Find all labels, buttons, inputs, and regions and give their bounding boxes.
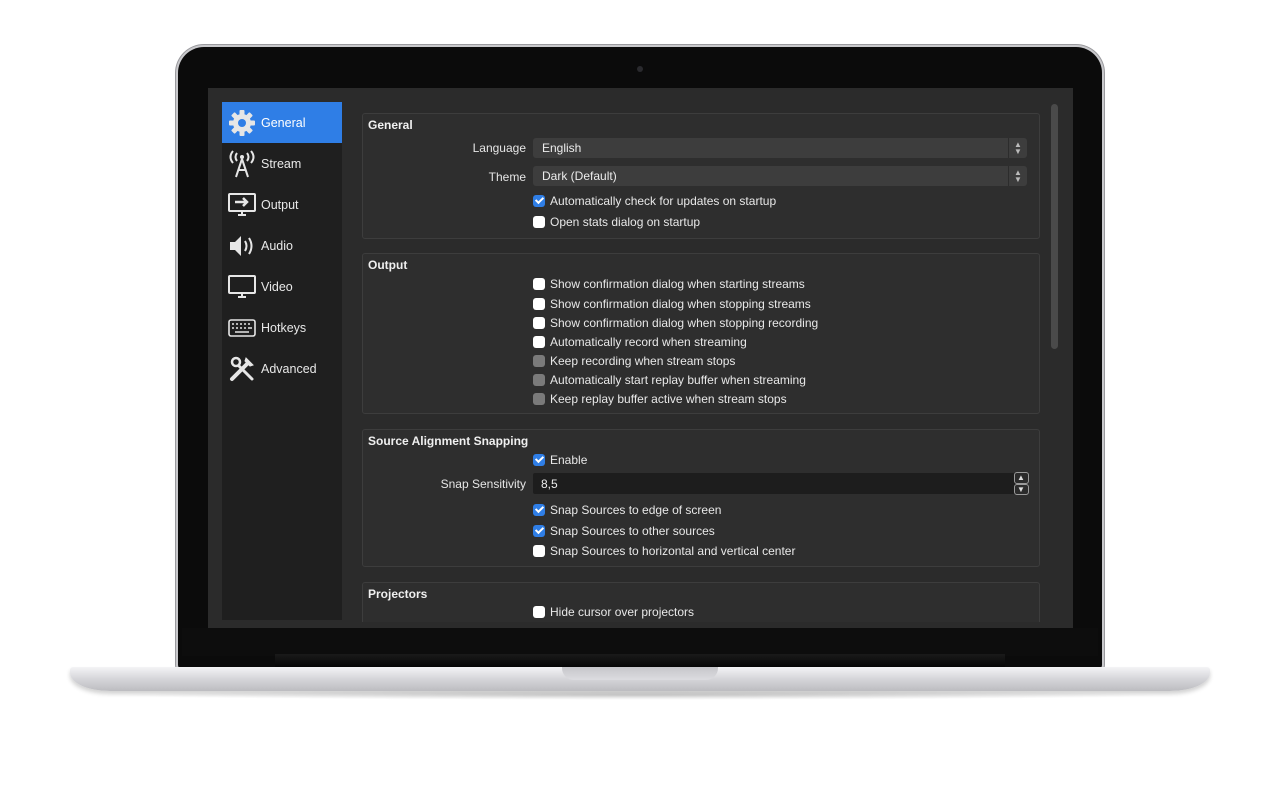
checkbox-label: Enable [550, 453, 588, 467]
sidebar-item-advanced[interactable]: Advanced [222, 348, 342, 389]
checkbox-label: Hide cursor over projectors [550, 605, 695, 619]
checkbox-label: Show confirmation dialog when stopping r… [550, 316, 819, 330]
snap-sensitivity-spinbox[interactable]: 8,5 ▲ ▼ [533, 472, 1029, 495]
laptop-opening-notch [562, 667, 718, 680]
sidebar-item-label: Hotkeys [261, 320, 307, 335]
confirm-stop-recording-checkbox[interactable]: Show confirmation dialog when stopping r… [533, 316, 818, 330]
checkbox-label: Snap Sources to other sources [550, 524, 715, 538]
sidebar-item-label: Advanced [261, 361, 317, 376]
language-label: Language [472, 141, 526, 155]
output-group: Output Show confirmation dialog when sta… [362, 253, 1040, 414]
laptop-hinge [275, 654, 1005, 668]
snap-sources-checkbox[interactable]: Snap Sources to other sources [533, 524, 715, 538]
checkbox-checked-icon [533, 195, 545, 207]
group-title: General [368, 118, 413, 132]
auto-record-checkbox[interactable]: Automatically record when streaming [533, 335, 747, 349]
keep-replay-buffer-checkbox[interactable]: Keep replay buffer active when stream st… [533, 392, 787, 406]
broadcast-antenna-icon [225, 147, 259, 181]
checkbox-unchecked-icon [533, 317, 545, 329]
checkbox-checked-icon [533, 454, 545, 466]
checkbox-label: Automatically start replay buffer when s… [550, 373, 806, 387]
settings-window: General Stream Output Audio Video Hotkey… [208, 88, 1073, 628]
snap-sensitivity-label: Snap Sensitivity [440, 477, 526, 491]
checkbox-label: Automatically record when streaming [550, 335, 747, 349]
sidebar-item-label: Video [261, 279, 293, 294]
sidebar-item-output[interactable]: Output [222, 184, 342, 225]
general-group: General Language English ▲ ▼ Theme Dark (… [362, 113, 1040, 239]
checkbox-unchecked-icon [533, 298, 545, 310]
camera-icon [637, 66, 643, 72]
projectors-group: Projectors Hide cursor over projectors [362, 582, 1040, 622]
open-stats-checkbox[interactable]: Open stats dialog on startup [533, 215, 700, 229]
group-title: Source Alignment Snapping [368, 434, 529, 448]
select-arrows-icon: ▲ ▼ [1008, 166, 1027, 186]
checkbox-label: Automatically check for updates on start… [550, 194, 777, 208]
snap-sensitivity-value: 8,5 [541, 476, 558, 491]
settings-content: General Language English ▲ ▼ Theme Dark (… [362, 102, 1052, 622]
settings-sidebar: General Stream Output Audio Video Hotkey… [222, 102, 342, 620]
tools-icon [225, 352, 259, 386]
snapping-enable-checkbox[interactable]: Enable [533, 453, 587, 467]
theme-label: Theme [488, 170, 526, 184]
sidebar-item-audio[interactable]: Audio [222, 225, 342, 266]
gear-icon [225, 106, 259, 140]
select-arrows-icon: ▲ ▼ [1008, 138, 1027, 158]
checkbox-unchecked-icon [533, 336, 545, 348]
monitor-output-icon [225, 188, 259, 222]
keyboard-icon [225, 311, 259, 345]
theme-select[interactable]: Dark (Default) ▲ ▼ [533, 166, 1027, 186]
checkbox-disabled-icon [533, 393, 545, 405]
language-value: English [542, 141, 582, 155]
checkbox-unchecked-icon [533, 545, 545, 557]
checkbox-unchecked-icon [533, 278, 545, 290]
checkbox-label: Open stats dialog on startup [550, 215, 701, 229]
group-title: Output [368, 258, 408, 272]
checkbox-disabled-icon [533, 355, 545, 367]
monitor-icon [225, 270, 259, 304]
sidebar-item-label: Audio [261, 238, 293, 253]
laptop-bezel-chin [182, 628, 1098, 656]
snap-center-checkbox[interactable]: Snap Sources to horizontal and vertical … [533, 544, 795, 558]
snap-edge-checkbox[interactable]: Snap Sources to edge of screen [533, 503, 721, 517]
checkbox-unchecked-icon [533, 606, 545, 618]
sidebar-item-video[interactable]: Video [222, 266, 342, 307]
checkbox-unchecked-icon [533, 216, 545, 228]
spin-up-button[interactable]: ▲ [1013, 472, 1029, 484]
sidebar-item-label: Stream [261, 156, 302, 171]
theme-value: Dark (Default) [542, 169, 617, 183]
auto-replay-buffer-checkbox[interactable]: Automatically start replay buffer when s… [533, 373, 806, 387]
checkbox-checked-icon [533, 525, 545, 537]
checkbox-disabled-icon [533, 374, 545, 386]
spin-down-button[interactable]: ▼ [1013, 483, 1029, 495]
checkbox-label: Keep recording when stream stops [550, 354, 736, 368]
laptop-shadow [110, 690, 1170, 700]
sidebar-item-label: General [261, 115, 306, 130]
checkbox-label: Keep replay buffer active when stream st… [550, 392, 787, 406]
checkbox-label: Show confirmation dialog when stopping s… [550, 297, 811, 311]
speaker-icon [225, 229, 259, 263]
sidebar-item-label: Output [261, 197, 299, 212]
checkbox-checked-icon [533, 504, 545, 516]
vertical-scrollbar[interactable] [1051, 104, 1058, 349]
confirm-stop-stream-checkbox[interactable]: Show confirmation dialog when stopping s… [533, 297, 811, 311]
snapping-group: Source Alignment Snapping Enable Snap Se… [362, 429, 1040, 567]
checkbox-label: Snap Sources to horizontal and vertical … [550, 544, 796, 558]
checkbox-label: Show confirmation dialog when starting s… [550, 277, 805, 291]
sidebar-item-hotkeys[interactable]: Hotkeys [222, 307, 342, 348]
checkbox-label: Snap Sources to edge of screen [550, 503, 722, 517]
spin-arrows: ▲ ▼ [1013, 472, 1029, 495]
keep-recording-checkbox[interactable]: Keep recording when stream stops [533, 354, 735, 368]
group-title: Projectors [368, 587, 428, 601]
language-select[interactable]: English ▲ ▼ [533, 138, 1027, 158]
sidebar-item-stream[interactable]: Stream [222, 143, 342, 184]
auto-update-checkbox[interactable]: Automatically check for updates on start… [533, 194, 776, 208]
hide-cursor-checkbox[interactable]: Hide cursor over projectors [533, 605, 694, 619]
confirm-start-stream-checkbox[interactable]: Show confirmation dialog when starting s… [533, 277, 805, 291]
sidebar-item-general[interactable]: General [222, 102, 342, 143]
